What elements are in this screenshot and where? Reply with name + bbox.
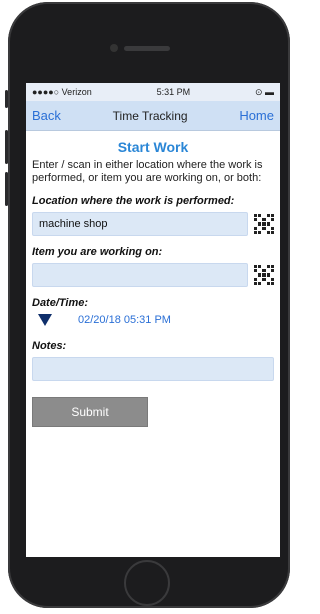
volume-down-button (5, 172, 8, 206)
datetime-value[interactable]: 02/20/18 05:31 PM (78, 314, 171, 326)
home-hardware-button[interactable] (124, 560, 170, 606)
carrier-label: ●●●●○ Verizon (32, 87, 92, 97)
page-title: Time Tracking (112, 108, 188, 123)
submit-button[interactable]: Submit (32, 397, 148, 427)
item-label: Item you are working on: (32, 246, 163, 258)
datetime-label: Date/Time: (32, 297, 89, 309)
form-instructions: Enter / scan in either location where th… (32, 159, 263, 184)
status-time: 5:31 PM (156, 87, 191, 97)
navigation-bar: Back Time Tracking Home (26, 101, 280, 131)
datetime-dropdown-icon[interactable] (38, 314, 52, 326)
notes-input[interactable] (32, 357, 274, 381)
mute-switch (5, 90, 8, 108)
front-camera (110, 44, 118, 52)
battery-icon: ⊙ ▬ (254, 86, 274, 97)
form-content: Start Work Enter / scan in either locati… (26, 131, 280, 427)
volume-up-button (5, 130, 8, 164)
back-button[interactable]: Back (32, 108, 61, 123)
form-heading: Start Work (117, 139, 189, 155)
notes-label: Notes: (32, 340, 67, 352)
item-input[interactable] (32, 263, 248, 287)
status-bar: ●●●●○ Verizon 5:31 PM ⊙ ▬ (26, 83, 280, 101)
location-label: Location where the work is performed: (32, 195, 235, 207)
earpiece-speaker (124, 46, 170, 51)
location-input[interactable]: machine shop (32, 212, 248, 236)
qr-scan-item-icon[interactable] (254, 265, 274, 285)
qr-scan-location-icon[interactable] (254, 214, 274, 234)
screen: ●●●●○ Verizon 5:31 PM ⊙ ▬ Back Time Trac… (26, 83, 280, 557)
home-button[interactable]: Home (239, 108, 274, 123)
